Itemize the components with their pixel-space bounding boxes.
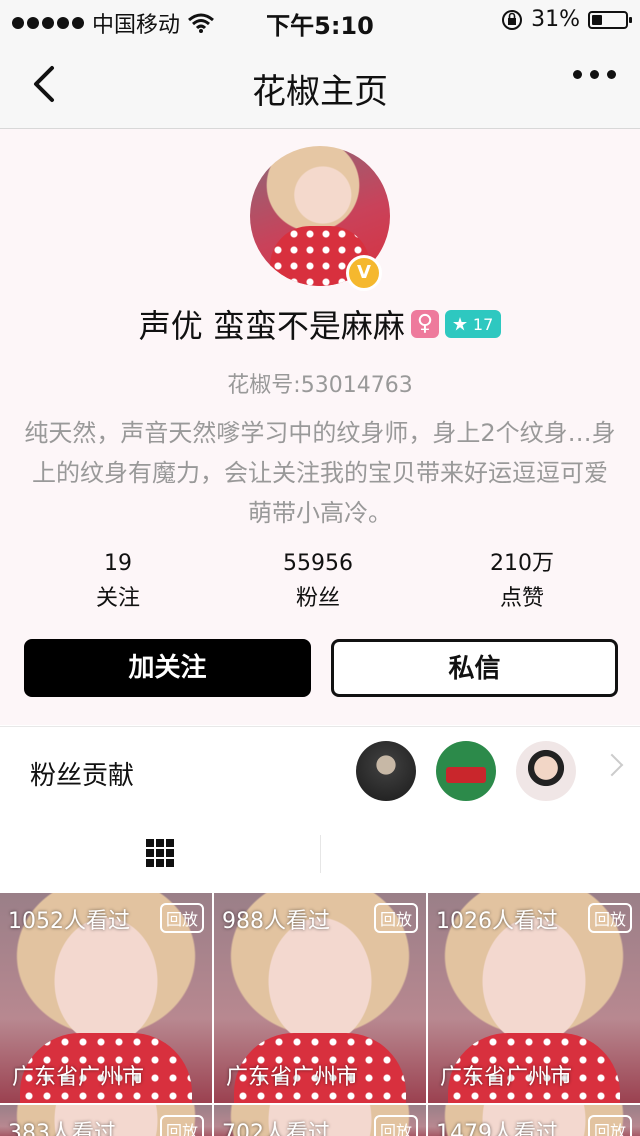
- fan-avatar[interactable]: [356, 741, 416, 801]
- video-tile[interactable]: 1052人看过 回放 广东省广州市: [0, 893, 212, 1103]
- stats-row: 19 关注 55956 粉丝 210万 点赞: [0, 549, 640, 619]
- page-title: 花椒主页: [252, 72, 388, 112]
- battery-percent: 31%: [531, 7, 580, 32]
- replay-badge: 回放: [373, 903, 418, 933]
- fan-avatar[interactable]: [436, 741, 496, 801]
- rotation-lock-icon: [502, 9, 523, 30]
- video-grid: 1052人看过 回放 广东省广州市 988人看过 回放 广东省广州市 1026人…: [0, 893, 640, 1136]
- view-tabs: [0, 815, 640, 893]
- location-label: 广东省广州市: [12, 1065, 145, 1090]
- name-row: 声优 蛮蛮不是麻麻 ♀ 17: [0, 301, 640, 347]
- view-count: 383人看过: [8, 1121, 116, 1136]
- female-gender-icon: ♀: [410, 310, 439, 338]
- replay-badge: 回放: [159, 1115, 204, 1136]
- follow-button[interactable]: 加关注: [24, 639, 311, 697]
- stat-following[interactable]: 19 关注: [38, 549, 198, 619]
- replay-badge: 回放: [587, 903, 632, 933]
- stat-label: 粉丝: [295, 586, 340, 611]
- verified-badge: V: [346, 255, 382, 291]
- stat-label: 点赞: [499, 586, 544, 611]
- view-count: 1479人看过: [436, 1121, 558, 1136]
- more-options-icon[interactable]: [573, 70, 616, 79]
- stat-label: 关注: [95, 586, 140, 611]
- video-tile[interactable]: 383人看过 回放: [0, 1105, 212, 1136]
- status-bar: 中国移动 下午5:10 31%: [0, 0, 640, 40]
- user-name: 声优 蛮蛮不是麻麻: [138, 307, 405, 345]
- level-badge: 17: [444, 310, 502, 338]
- video-tile[interactable]: 1026人看过 回放 广东省广州市: [428, 893, 640, 1103]
- replay-badge: 回放: [159, 903, 204, 933]
- video-tile[interactable]: 702人看过 回放: [214, 1105, 426, 1136]
- replay-badge: 回放: [587, 1115, 632, 1136]
- stat-value: 55956: [283, 551, 353, 576]
- view-count: 1026人看过: [436, 909, 558, 934]
- view-count: 702人看过: [222, 1121, 330, 1136]
- stat-value: 210万: [490, 551, 554, 576]
- tab-grid-view[interactable]: [0, 815, 320, 893]
- fans-contribution-row[interactable]: 粉丝贡献: [0, 726, 640, 816]
- view-count: 1052人看过: [8, 909, 130, 934]
- profile-header: V 声优 蛮蛮不是麻麻 ♀ 17 花椒号:53014763 纯天然，声音天然嗲学…: [0, 129, 640, 725]
- grid-icon: [146, 839, 174, 867]
- star-icon: [452, 317, 467, 331]
- stat-value: 19: [104, 551, 132, 576]
- nav-bar: 花椒主页: [0, 40, 640, 129]
- chevron-right-icon: [600, 753, 624, 777]
- stat-likes[interactable]: 210万 点赞: [442, 549, 602, 619]
- location-label: 广东省广州市: [440, 1065, 573, 1090]
- bio-text: 纯天然，声音天然嗲学习中的纹身师，身上2个纹身…身上的纹身有魔力，会让关注我的宝…: [24, 419, 616, 527]
- replay-badge: 回放: [373, 1115, 418, 1136]
- fan-avatar[interactable]: [516, 741, 576, 801]
- level-number: 17: [472, 314, 494, 334]
- battery-icon: [588, 10, 632, 29]
- message-button[interactable]: 私信: [331, 639, 618, 697]
- fans-contribution-label: 粉丝贡献: [30, 761, 135, 791]
- stat-fans[interactable]: 55956 粉丝: [238, 549, 398, 619]
- video-tile[interactable]: 1479人看过 回放: [428, 1105, 640, 1136]
- tab-list-view[interactable]: [320, 815, 640, 893]
- location-label: 广东省广州市: [226, 1065, 359, 1090]
- video-tile[interactable]: 988人看过 回放 广东省广州市: [214, 893, 426, 1103]
- view-count: 988人看过: [222, 909, 330, 934]
- user-id: 花椒号:53014763: [227, 373, 413, 398]
- system-status: 31%: [501, 7, 632, 32]
